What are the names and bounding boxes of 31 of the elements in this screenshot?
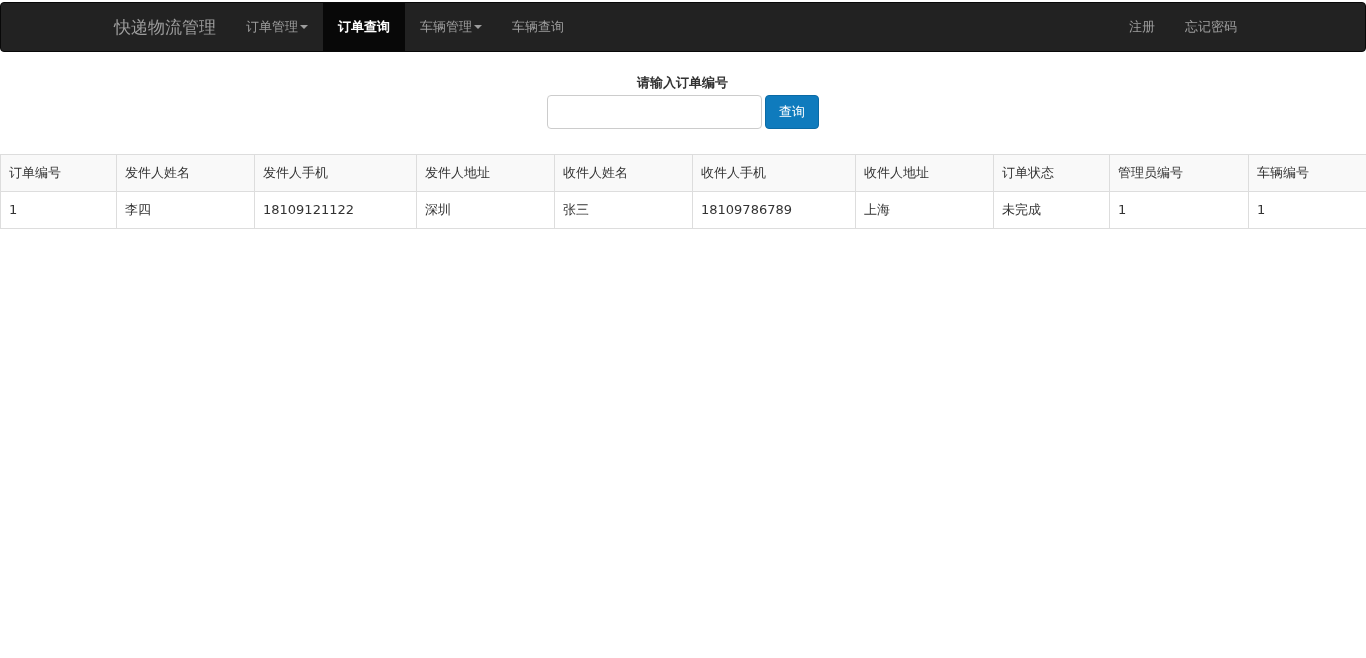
column-header: 发件人地址 — [416, 154, 555, 192]
table-cell: 18109786789 — [692, 191, 856, 229]
caret-icon — [474, 25, 482, 29]
table-cell: 上海 — [855, 191, 994, 229]
column-header: 收件人姓名 — [554, 154, 693, 192]
nav-tab[interactable]: 车辆管理 — [405, 3, 497, 51]
caret-icon — [300, 25, 308, 29]
table-cell: 1 — [1109, 191, 1249, 229]
field-label: 请输入订单编号 — [637, 74, 728, 92]
column-header: 订单状态 — [993, 154, 1110, 192]
column-header: 车辆编号 — [1248, 154, 1366, 192]
nav-link[interactable]: 注册 — [1114, 3, 1170, 51]
table-cell: 张三 — [554, 191, 693, 229]
column-header: 收件人手机 — [692, 154, 856, 192]
order-number-field[interactable] — [547, 95, 762, 129]
table-cell: 未完成 — [993, 191, 1110, 229]
brand-link[interactable]: 快递物流管理 — [99, 3, 231, 51]
column-header: 管理员编号 — [1109, 154, 1249, 192]
query-button[interactable]: 查询 — [765, 95, 819, 129]
nav-link[interactable]: 忘记密码 — [1170, 3, 1252, 51]
column-header: 收件人地址 — [855, 154, 994, 192]
table-cell: 1 — [0, 191, 117, 229]
column-header: 发件人姓名 — [116, 154, 255, 192]
column-header: 订单编号 — [0, 154, 117, 192]
nav-tab[interactable]: 车辆查询 — [497, 3, 579, 51]
table-cell: 李四 — [116, 191, 255, 229]
nav-tab[interactable]: 订单查询 — [323, 3, 405, 51]
table-cell: 18109121122 — [254, 191, 417, 229]
table-cell: 深圳 — [416, 191, 555, 229]
column-header: 发件人手机 — [254, 154, 417, 192]
nav-tab[interactable]: 订单管理 — [231, 3, 323, 51]
